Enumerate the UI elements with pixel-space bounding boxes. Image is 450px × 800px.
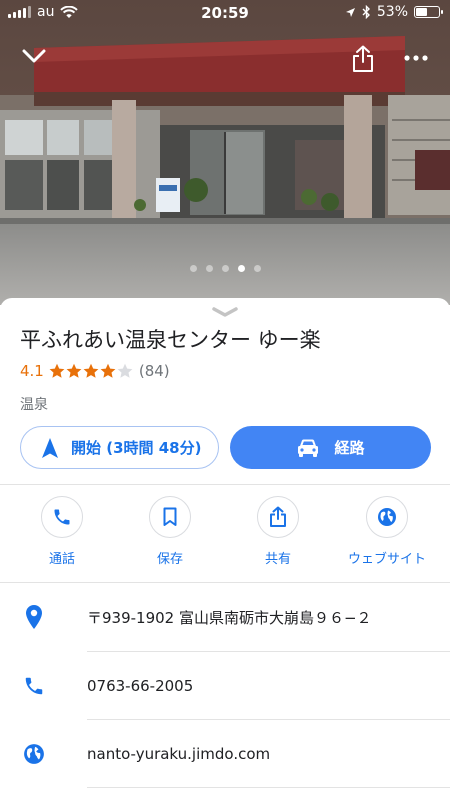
star-filled-icon [66, 363, 82, 378]
call-action-label: 通話 [48, 552, 75, 567]
star-filled-icon [100, 363, 116, 378]
address-text: 〒939-1902 富山県南砺市大崩島９６−２ [87, 608, 372, 627]
bookmark-icon [163, 507, 177, 526]
star-empty-icon [117, 363, 133, 378]
more-dots-icon [404, 55, 428, 61]
star-rating [49, 363, 133, 379]
sheet-handle-icon[interactable] [211, 306, 239, 318]
share-icon [270, 506, 286, 527]
pager-dot[interactable] [189, 265, 197, 272]
globe-icon [378, 508, 396, 526]
navigation-arrow-icon [42, 437, 58, 458]
building-photo [0, 0, 450, 305]
photo-pager[interactable] [0, 265, 450, 272]
divider [0, 484, 450, 485]
location-pin-icon [26, 605, 42, 629]
directions-button-label: 経路 [334, 439, 365, 457]
website-row[interactable]: nanto-yuraku.jimdo.com [0, 720, 450, 788]
start-button-label: 開始 (3時間 48分) [71, 439, 202, 457]
address-row[interactable]: 〒939-1902 富山県南砺市大崩島９６−２ [0, 583, 450, 651]
pager-dot[interactable] [237, 265, 245, 272]
share-icon [353, 45, 373, 72]
phone-text: 0763-66-2005 [87, 677, 194, 695]
star-filled-icon [83, 363, 99, 378]
phone-row[interactable]: 0763-66-2005 [0, 652, 450, 720]
divider [87, 787, 450, 788]
website-action-circle[interactable] [366, 496, 408, 538]
collapse-button[interactable] [18, 42, 50, 70]
save-action[interactable]: 保存 [115, 496, 225, 567]
battery-percent: 53% [376, 4, 408, 20]
quick-actions: 通話 保存 共有 ウェブサイト [0, 496, 450, 586]
share-action-circle[interactable] [257, 496, 299, 538]
directions-button[interactable]: 経路 [230, 426, 431, 469]
star-filled-icon [49, 363, 65, 378]
rating-value: 4.1 [20, 362, 44, 380]
car-icon [298, 439, 319, 457]
status-bar: au 20:59 53% [0, 0, 450, 26]
rating-summary[interactable]: 4.1 (84) [20, 362, 170, 380]
phone-icon [54, 509, 70, 525]
call-action-circle[interactable] [41, 496, 83, 538]
place-photo[interactable]: au 20:59 53% [0, 0, 450, 305]
phone-icon [25, 677, 43, 695]
place-title: 平ふれあい温泉センター ゆー楽 [20, 328, 321, 352]
chevron-down-icon [22, 49, 46, 63]
place-category: 温泉 [20, 397, 48, 413]
globe-icon [24, 744, 44, 764]
place-details-sheet: 平ふれあい温泉センター ゆー楽 4.1 (84) 温泉 開始 (3時間 48分)… [0, 298, 450, 800]
share-action[interactable]: 共有 [223, 496, 333, 567]
call-action[interactable]: 通話 [7, 496, 117, 567]
save-action-circle[interactable] [149, 496, 191, 538]
start-navigation-button[interactable]: 開始 (3時間 48分) [20, 426, 219, 469]
pager-dot[interactable] [253, 265, 261, 272]
pager-dot[interactable] [205, 265, 213, 272]
website-text: nanto-yuraku.jimdo.com [87, 745, 271, 763]
save-action-label: 保存 [156, 552, 183, 567]
share-action-label: 共有 [264, 552, 291, 567]
share-photo-button[interactable] [348, 42, 378, 76]
bluetooth-icon [362, 5, 370, 19]
pager-dot[interactable] [221, 265, 229, 272]
review-count: (84) [138, 362, 170, 380]
website-action[interactable]: ウェブサイト [332, 496, 442, 567]
more-options-button[interactable] [400, 48, 432, 68]
location-arrow-icon [345, 7, 355, 17]
website-action-label: ウェブサイト [347, 552, 426, 567]
battery-icon [414, 6, 443, 18]
